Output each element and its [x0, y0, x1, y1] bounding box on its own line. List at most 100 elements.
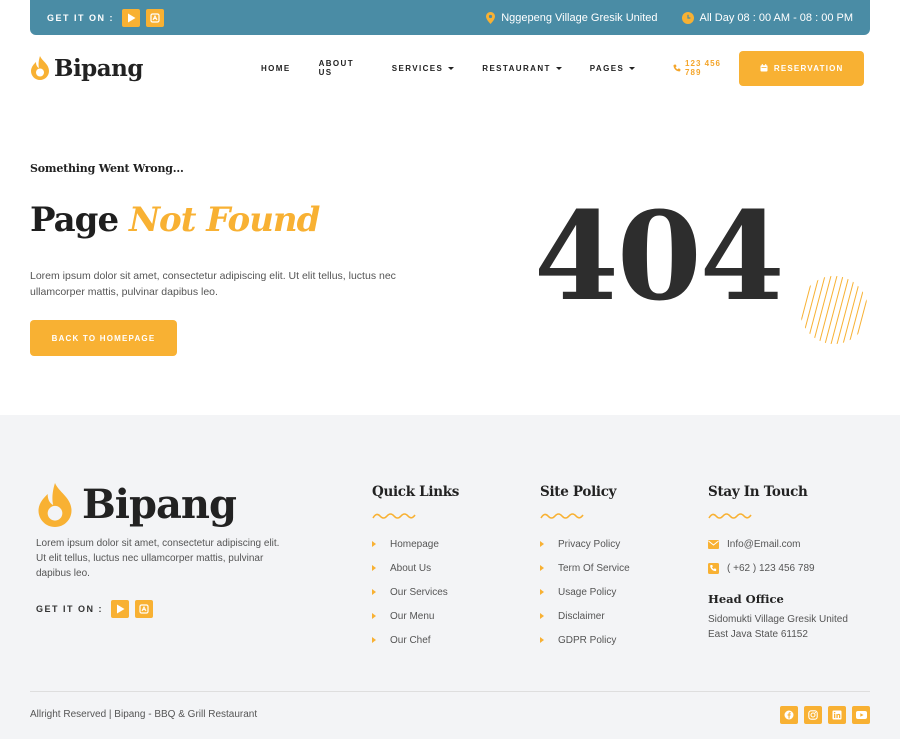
reservation-button[interactable]: RESERVATION — [739, 50, 864, 86]
caret-right-icon — [540, 613, 544, 619]
copyright-text: Allright Reserved | Bipang - BBQ & Grill… — [30, 709, 258, 720]
facebook-icon — [784, 710, 794, 720]
linkedin-icon — [832, 710, 842, 720]
main-nav: HOME ABOUT US SERVICES RESTAURANT PAGES — [261, 59, 663, 77]
footer-link-label: About Us — [390, 562, 432, 574]
site-footer: Bipang Lorem ipsum dolor sit amet, conse… — [0, 415, 900, 739]
footer-link-disclaimer[interactable]: Disclaimer — [540, 604, 630, 628]
contact-email[interactable]: Info@Email.com — [708, 532, 878, 556]
phone-icon — [708, 562, 719, 574]
page-title-plain: Page — [30, 200, 119, 240]
get-it-on-label: GET IT ON : — [47, 12, 114, 23]
nav-about-us-label: ABOUT US — [318, 59, 355, 77]
footer-logo-text: Bipang — [82, 481, 237, 528]
footer-link-homepage[interactable]: Homepage — [372, 532, 459, 556]
site-policy-title: Site Policy — [540, 484, 617, 500]
footer-link-our-chef[interactable]: Our Chef — [372, 628, 459, 652]
footer-play-store-button[interactable] — [111, 600, 129, 618]
play-store-icon — [116, 604, 124, 614]
header-phone-text: 123 456 789 — [685, 59, 721, 77]
top-bar: GET IT ON : Nggepeng Village Gresik Unit… — [30, 0, 870, 35]
footer-logo[interactable]: Bipang — [36, 481, 237, 528]
squiggle-decoration — [540, 513, 584, 519]
footer-get-it-on-label: GET IT ON : — [36, 604, 103, 614]
hours-info: All Day 08 : 00 AM - 08 : 00 PM — [681, 11, 853, 24]
instagram-icon — [808, 710, 818, 720]
head-office-title: Head Office — [708, 592, 784, 606]
error-code: 404 — [534, 184, 785, 328]
app-store-button[interactable] — [146, 8, 164, 27]
logo-text: Bipang — [54, 54, 143, 82]
youtube-button[interactable] — [852, 706, 870, 724]
stay-in-touch-title: Stay In Touch — [708, 484, 808, 500]
footer-link-label: Usage Policy — [558, 586, 617, 598]
footer-link-usage-policy[interactable]: Usage Policy — [540, 580, 630, 604]
footer-link-our-services[interactable]: Our Services — [372, 580, 459, 604]
footer-app-store-button[interactable] — [135, 600, 153, 618]
striped-circle-decoration — [800, 276, 868, 344]
play-store-button[interactable] — [122, 8, 140, 27]
location-pin-icon — [486, 11, 496, 24]
social-links — [774, 706, 870, 724]
page-title: Page Not Found — [30, 200, 320, 240]
footer-link-label: Disclaimer — [558, 610, 605, 622]
head-office-address: Sidomukti Village Gresik United East Jav… — [708, 612, 878, 642]
flame-logo-icon — [38, 482, 72, 527]
stay-in-touch-column: Stay In Touch Info@Email.com ( +62 ) 123… — [708, 484, 878, 642]
quick-links-column: Quick Links Homepage About Us Our Servic… — [372, 484, 459, 652]
app-store-icon — [139, 604, 149, 614]
instagram-button[interactable] — [804, 706, 822, 724]
caret-right-icon — [540, 565, 544, 571]
caret-right-icon — [540, 589, 544, 595]
chevron-down-icon — [448, 66, 455, 70]
footer-link-label: Homepage — [390, 538, 439, 550]
caret-right-icon — [540, 637, 544, 643]
contact-list: Info@Email.com ( +62 ) 123 456 789 — [708, 532, 878, 580]
caret-right-icon — [372, 565, 376, 571]
footer-link-privacy-policy[interactable]: Privacy Policy — [540, 532, 630, 556]
footer-link-label: Our Chef — [390, 634, 431, 646]
address-line-2: East Java State 61152 — [708, 629, 808, 640]
linkedin-button[interactable] — [828, 706, 846, 724]
location-text: Nggepeng Village Gresik United — [501, 11, 658, 24]
quick-links-title: Quick Links — [372, 484, 460, 500]
caret-right-icon — [372, 541, 376, 547]
contact-phone-text: ( +62 ) 123 456 789 — [727, 562, 815, 574]
phone-icon — [673, 64, 681, 72]
footer-get-it-on: GET IT ON : — [36, 600, 159, 618]
hero-description: Lorem ipsum dolor sit amet, consectetur … — [30, 270, 396, 298]
header-phone[interactable]: 123 456 789 — [673, 59, 739, 77]
page-title-accent: Not Found — [128, 200, 320, 240]
chevron-down-icon — [629, 66, 636, 70]
app-store-icon — [150, 12, 160, 23]
nav-services[interactable]: SERVICES — [392, 59, 455, 77]
site-logo[interactable]: Bipang — [30, 55, 143, 82]
location-info: Nggepeng Village Gresik United — [486, 11, 658, 24]
footer-description: Lorem ipsum dolor sit amet, consectetur … — [36, 538, 280, 579]
footer-link-term-of-service[interactable]: Term Of Service — [540, 556, 630, 580]
footer-link-about-us[interactable]: About Us — [372, 556, 459, 580]
reservation-label: RESERVATION — [773, 63, 844, 73]
nav-home[interactable]: HOME — [261, 59, 291, 77]
squiggle-decoration — [708, 513, 752, 519]
nav-services-label: SERVICES — [391, 63, 444, 73]
nav-about-us[interactable]: ABOUT US — [319, 59, 364, 77]
clock-icon — [681, 11, 694, 24]
facebook-button[interactable] — [780, 706, 798, 724]
back-to-homepage-label: BACK TO HOMEPAGE — [51, 333, 156, 343]
footer-link-label: GDPR Policy — [558, 634, 617, 646]
contact-phone[interactable]: ( +62 ) 123 456 789 — [708, 556, 878, 580]
footer-link-our-menu[interactable]: Our Menu — [372, 604, 459, 628]
nav-pages[interactable]: PAGES — [589, 59, 636, 77]
nav-pages-label: PAGES — [589, 63, 625, 73]
footer-link-label: Privacy Policy — [558, 538, 621, 550]
caret-right-icon — [372, 637, 376, 643]
nav-restaurant[interactable]: RESTAURANT — [482, 59, 562, 77]
calendar-icon — [760, 64, 768, 72]
caret-right-icon — [372, 589, 376, 595]
footer-link-gdpr-policy[interactable]: GDPR Policy — [540, 628, 630, 652]
flame-logo-icon — [31, 56, 49, 80]
back-to-homepage-button[interactable]: BACK TO HOMEPAGE — [30, 320, 177, 356]
topbar-info: Nggepeng Village Gresik United All Day 0… — [462, 11, 853, 24]
site-policy-column: Site Policy Privacy Policy Term Of Servi… — [540, 484, 630, 652]
